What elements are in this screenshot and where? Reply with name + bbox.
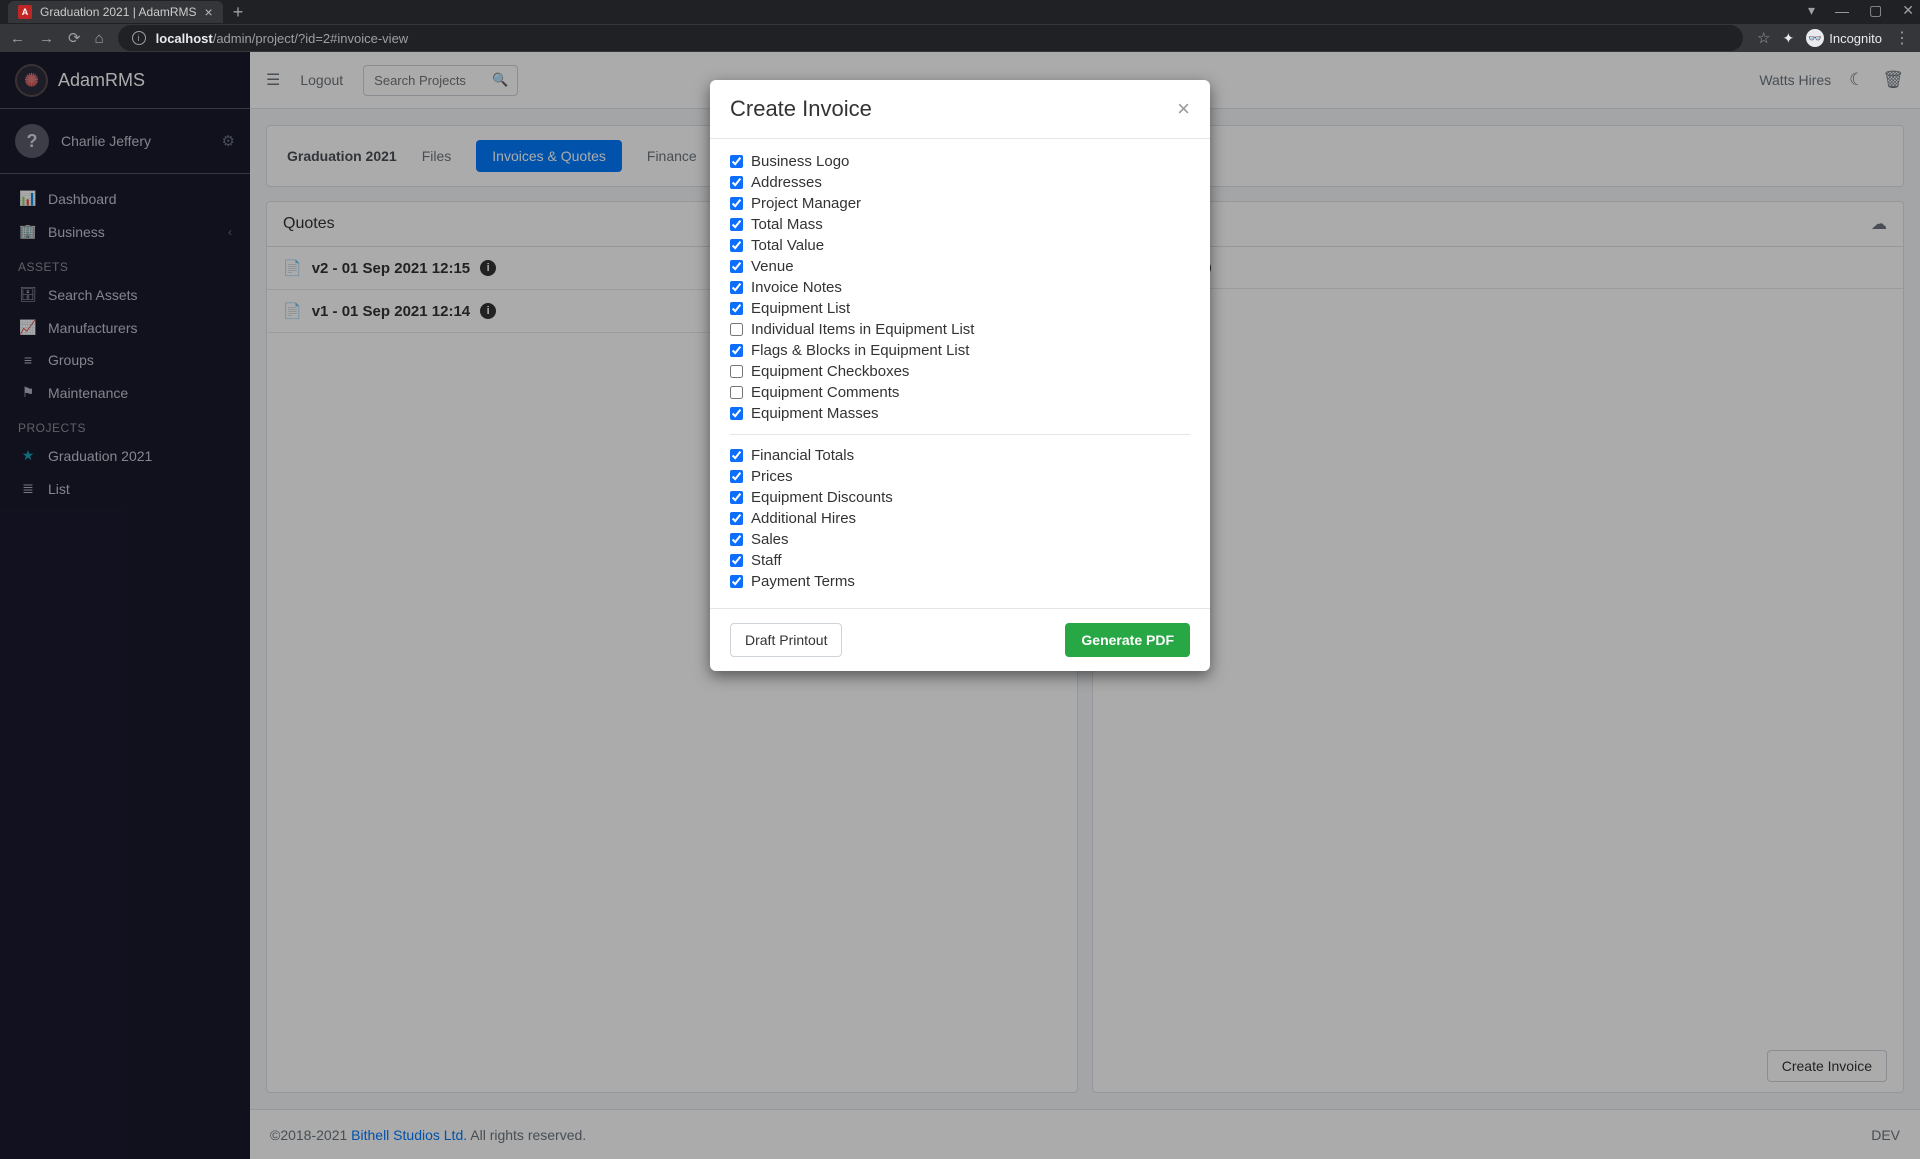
option-equipment-comments[interactable]: Equipment Comments [730, 382, 1190, 403]
checkbox[interactable] [730, 197, 743, 210]
checkbox[interactable] [730, 575, 743, 588]
option-payment-terms[interactable]: Payment Terms [730, 571, 1190, 592]
browser-chrome: A Graduation 2021 | AdamRMS × + ▾ ― ▢ ✕ … [0, 0, 1920, 52]
modal-title: Create Invoice [730, 96, 872, 122]
forward-icon[interactable]: → [39, 30, 54, 47]
option-label: Invoice Notes [751, 279, 842, 296]
checkbox[interactable] [730, 386, 743, 399]
option-label: Equipment Comments [751, 384, 899, 401]
checkbox[interactable] [730, 176, 743, 189]
option-label: Equipment Discounts [751, 489, 893, 506]
create-invoice-modal: Create Invoice × Business Logo Addresses P… [710, 80, 1210, 671]
home-icon[interactable]: ⌂ [95, 30, 104, 47]
divider [730, 434, 1190, 435]
option-venue[interactable]: Venue [730, 256, 1190, 277]
checkbox[interactable] [730, 344, 743, 357]
modal-overlay[interactable]: Create Invoice × Business Logo Addresses P… [0, 52, 1920, 1159]
maximize-icon[interactable]: ▢ [1869, 2, 1882, 19]
checkbox[interactable] [730, 260, 743, 273]
option-label: Total Value [751, 237, 824, 254]
checkbox[interactable] [730, 512, 743, 525]
option-sales[interactable]: Sales [730, 529, 1190, 550]
checkbox[interactable] [730, 407, 743, 420]
checkbox[interactable] [730, 365, 743, 378]
option-label: Equipment Checkboxes [751, 363, 909, 380]
option-flags-blocks-in-equipment-list[interactable]: Flags & Blocks in Equipment List [730, 340, 1190, 361]
checkbox[interactable] [730, 302, 743, 315]
option-equipment-list[interactable]: Equipment List [730, 298, 1190, 319]
checkbox[interactable] [730, 491, 743, 504]
option-label: Staff [751, 552, 782, 569]
window-close-icon[interactable]: ✕ [1902, 2, 1914, 19]
option-label: Total Mass [751, 216, 823, 233]
browser-tab[interactable]: A Graduation 2021 | AdamRMS × [8, 1, 223, 23]
option-label: Prices [751, 468, 793, 485]
option-project-manager[interactable]: Project Manager [730, 193, 1190, 214]
option-label: Business Logo [751, 153, 849, 170]
checkbox[interactable] [730, 281, 743, 294]
option-financial-totals[interactable]: Financial Totals [730, 445, 1190, 466]
option-total-value[interactable]: Total Value [730, 235, 1190, 256]
option-label: Equipment List [751, 300, 850, 317]
checkbox[interactable] [730, 239, 743, 252]
checkbox[interactable] [730, 554, 743, 567]
favicon-icon: A [18, 5, 32, 19]
option-label: Flags & Blocks in Equipment List [751, 342, 969, 359]
incognito-badge[interactable]: 👓Incognito [1806, 29, 1882, 47]
new-tab-button[interactable]: + [233, 2, 244, 23]
address-bar[interactable]: i localhost/admin/project/?id=2#invoice-… [118, 25, 1743, 51]
option-additional-hires[interactable]: Additional Hires [730, 508, 1190, 529]
url-path: /admin/project/?id=2#invoice-view [213, 31, 408, 46]
option-label: Project Manager [751, 195, 861, 212]
option-label: Additional Hires [751, 510, 856, 527]
option-individual-items-in-equipment-list[interactable]: Individual Items in Equipment List [730, 319, 1190, 340]
option-label: Sales [751, 531, 789, 548]
minimize-icon[interactable]: ― [1835, 3, 1849, 19]
tab-title: Graduation 2021 | AdamRMS [40, 5, 197, 19]
site-info-icon[interactable]: i [132, 31, 146, 45]
checkbox[interactable] [730, 323, 743, 336]
option-label: Addresses [751, 174, 822, 191]
generate-pdf-button[interactable]: Generate PDF [1065, 623, 1190, 657]
option-equipment-masses[interactable]: Equipment Masses [730, 403, 1190, 424]
bookmark-icon[interactable]: ☆ [1757, 29, 1770, 47]
draft-printout-button[interactable]: Draft Printout [730, 623, 842, 657]
checkbox[interactable] [730, 155, 743, 168]
option-invoice-notes[interactable]: Invoice Notes [730, 277, 1190, 298]
option-label: Payment Terms [751, 573, 855, 590]
url-host: localhost [156, 31, 213, 46]
checkbox[interactable] [730, 449, 743, 462]
option-prices[interactable]: Prices [730, 466, 1190, 487]
option-staff[interactable]: Staff [730, 550, 1190, 571]
option-equipment-checkboxes[interactable]: Equipment Checkboxes [730, 361, 1190, 382]
checkbox[interactable] [730, 470, 743, 483]
back-icon[interactable]: ← [10, 30, 25, 47]
checkbox[interactable] [730, 533, 743, 546]
close-icon[interactable]: × [1177, 98, 1190, 120]
extensions-icon[interactable]: ✦ [1783, 30, 1795, 47]
option-total-mass[interactable]: Total Mass [730, 214, 1190, 235]
option-business-logo[interactable]: Business Logo [730, 151, 1190, 172]
chrome-share-icon[interactable]: ▾ [1808, 2, 1815, 19]
close-tab-icon[interactable]: × [205, 4, 213, 20]
menu-icon[interactable]: ⋮ [1894, 28, 1910, 48]
option-label: Individual Items in Equipment List [751, 321, 974, 338]
option-equipment-discounts[interactable]: Equipment Discounts [730, 487, 1190, 508]
option-label: Financial Totals [751, 447, 854, 464]
reload-icon[interactable]: ⟳ [68, 29, 81, 47]
option-addresses[interactable]: Addresses [730, 172, 1190, 193]
checkbox[interactable] [730, 218, 743, 231]
option-label: Equipment Masses [751, 405, 879, 422]
option-label: Venue [751, 258, 794, 275]
